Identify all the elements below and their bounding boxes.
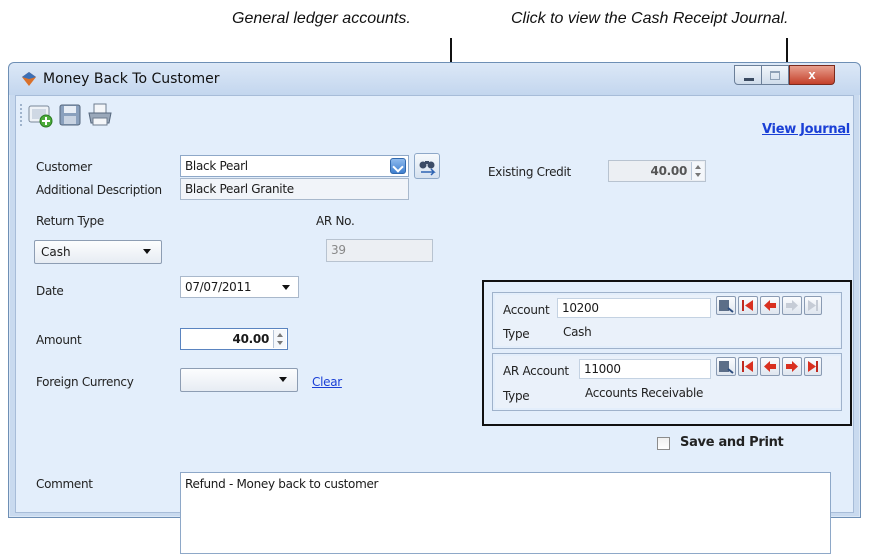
customer-find-button[interactable]	[414, 153, 440, 179]
additional-description-label: Additional Description	[36, 183, 162, 197]
return-type-select[interactable]: Cash	[34, 240, 162, 264]
foreign-currency-label: Foreign Currency	[36, 375, 134, 389]
date-picker[interactable]: 07/07/2011	[180, 276, 299, 298]
date-value: 07/07/2011	[185, 280, 252, 294]
save-and-print-label[interactable]: Save and Print	[680, 435, 784, 450]
save-icon[interactable]	[56, 102, 84, 128]
return-type-dropdown-icon	[143, 249, 151, 254]
existing-credit-spinner-icon[interactable]	[691, 162, 704, 180]
ar-no-field[interactable]: 39	[326, 239, 433, 262]
binoculars-icon	[419, 161, 436, 176]
money-back-window: Money Back To Customer x View Journal Cu…	[8, 62, 861, 554]
amount-field[interactable]: 40.00	[180, 328, 288, 350]
customer-label: Customer	[36, 160, 92, 174]
maximize-button[interactable]	[762, 65, 789, 85]
view-journal-link[interactable]: View Journal	[762, 122, 850, 137]
save-and-print-checkbox[interactable]	[657, 437, 670, 450]
toolbar-grip	[20, 104, 22, 126]
foreign-currency-dropdown-icon	[279, 377, 287, 382]
close-button[interactable]: x	[789, 65, 835, 85]
customer-dropdown-icon[interactable]	[390, 158, 406, 174]
customer-value: Black Pearl	[185, 159, 248, 173]
amount-value: 40.00	[232, 332, 270, 346]
callout-view-journal: Click to view the Cash Receipt Journal.	[511, 10, 789, 27]
clear-currency-link[interactable]: Clear	[312, 375, 342, 389]
comment-label: Comment	[36, 477, 93, 491]
maximize-icon	[770, 71, 780, 80]
comment-value: Refund - Money back to customer	[185, 477, 379, 491]
date-label: Date	[36, 284, 64, 298]
return-type-label: Return Type	[36, 214, 104, 228]
comment-textarea[interactable]: Refund - Money back to customer	[180, 472, 831, 554]
minimize-button[interactable]	[734, 65, 762, 85]
existing-credit-field[interactable]: 40.00	[608, 160, 706, 182]
customer-combo[interactable]: Black Pearl	[180, 155, 409, 177]
foreign-currency-select[interactable]	[180, 368, 298, 392]
existing-credit-value: 40.00	[650, 164, 688, 178]
callout-gl-accounts: General ledger accounts.	[232, 10, 411, 27]
print-icon[interactable]	[86, 102, 114, 128]
return-type-value: Cash	[41, 245, 71, 259]
ar-no-label: AR No.	[316, 214, 355, 228]
amount-spinner-icon[interactable]	[273, 330, 286, 348]
amount-label: Amount	[36, 333, 82, 347]
title-bar: Money Back To Customer x	[9, 63, 860, 95]
callout-box-gl-accounts	[482, 280, 852, 426]
app-icon	[22, 72, 36, 86]
form-area: View Journal Customer Black Pearl Additi…	[15, 95, 854, 554]
minimize-icon	[744, 78, 754, 81]
window-title: Money Back To Customer	[43, 71, 220, 87]
new-record-icon[interactable]	[26, 102, 54, 128]
additional-description-field[interactable]: Black Pearl Granite	[180, 178, 409, 200]
date-dropdown-icon[interactable]	[282, 285, 290, 290]
existing-credit-label: Existing Credit	[488, 165, 571, 179]
